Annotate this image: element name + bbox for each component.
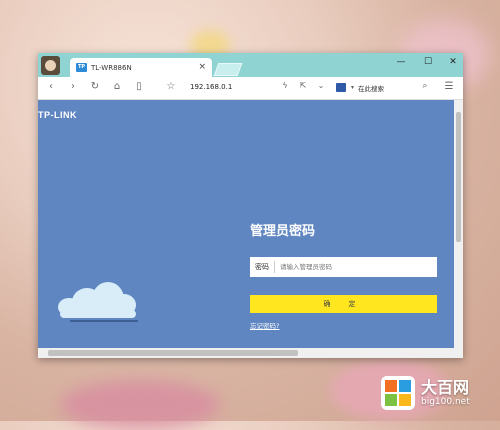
password-label: 密码 (250, 261, 275, 273)
title-bar: TP TL-WR886N × — ☐ ✕ (38, 53, 463, 77)
search-icon[interactable]: ⌕ (418, 81, 432, 91)
lightning-icon[interactable]: ϟ (278, 81, 292, 90)
menu-icon[interactable]: ☰ (442, 81, 456, 92)
router-login-page: TP-LINK 管理员密码 密码 确 定 忘记密码? (38, 100, 454, 348)
close-tab-icon[interactable]: × (198, 62, 206, 72)
close-window-icon[interactable]: ✕ (445, 57, 461, 67)
tab-router[interactable]: TP TL-WR886N × (70, 58, 212, 77)
favorite-star-icon[interactable]: ☆ (164, 81, 178, 92)
search-input[interactable]: 在此搜索 (358, 83, 384, 93)
brand-logo: TP-LINK (38, 110, 77, 120)
minimize-icon[interactable]: — (393, 57, 409, 67)
chevron-down-icon[interactable]: ⌄ (314, 81, 328, 90)
address-bar[interactable]: 192.168.0.1 (190, 83, 232, 91)
tp-favicon-icon: TP (76, 63, 87, 72)
reading-mode-icon[interactable]: ▯ (132, 81, 146, 92)
site-watermark: 大百网 big100.net (381, 376, 470, 410)
search-engine-icon[interactable] (336, 83, 346, 92)
password-input[interactable] (275, 262, 437, 272)
navigation-bar: ‹ › ↻ ⌂ ▯ ☆ 192.168.0.1 ϟ ⇱ ⌄ ▾ 在此搜索 ⌕ ☰ (38, 77, 463, 100)
new-tab-button[interactable] (213, 63, 243, 76)
tab-title: TL-WR886N (91, 63, 132, 72)
forward-icon[interactable]: › (66, 81, 80, 92)
browser-window: TP TL-WR886N × — ☐ ✕ ‹ › ↻ ⌂ ▯ ☆ 192.168… (38, 53, 463, 358)
home-icon[interactable]: ⌂ (110, 81, 124, 92)
horizontal-scrollbar[interactable] (38, 348, 463, 358)
vertical-scrollbar[interactable] (454, 100, 463, 348)
login-title: 管理员密码 (250, 224, 316, 239)
share-icon[interactable]: ⇱ (296, 81, 310, 90)
user-avatar[interactable] (41, 56, 60, 75)
maximize-icon[interactable]: ☐ (420, 57, 436, 67)
password-field: 密码 (250, 257, 437, 277)
back-icon[interactable]: ‹ (44, 81, 58, 92)
wallpaper-blossom (60, 380, 220, 430)
cloud-illustration (52, 282, 142, 322)
refresh-icon[interactable]: ↻ (88, 81, 102, 92)
confirm-button[interactable]: 确 定 (250, 295, 437, 313)
watermark-logo-icon (381, 376, 415, 410)
watermark-url: big100.net (421, 396, 470, 407)
forgot-password-link[interactable]: 忘记密码? (250, 320, 279, 330)
watermark-title: 大百网 (421, 377, 470, 397)
engine-chevron-icon[interactable]: ▾ (351, 84, 354, 91)
